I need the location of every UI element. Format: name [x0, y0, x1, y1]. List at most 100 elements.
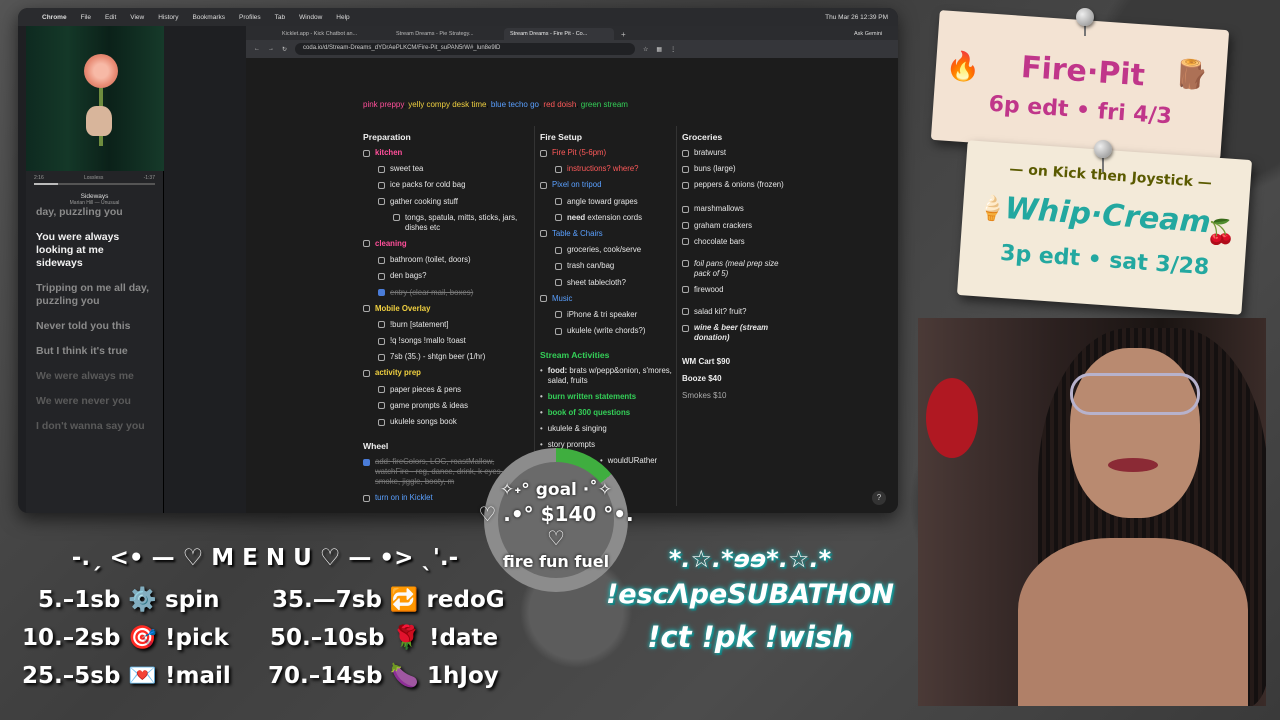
task-label: Table & Chairs — [552, 228, 603, 238]
webcam-feed — [918, 318, 1266, 706]
extensions-icon[interactable]: ▦ — [656, 46, 662, 53]
checkbox[interactable] — [682, 165, 689, 173]
task-label: ukulele songs book — [390, 417, 457, 426]
checkbox[interactable] — [378, 353, 385, 361]
bookmark-star-icon[interactable]: ☆ — [643, 46, 648, 53]
checkbox[interactable] — [682, 149, 689, 157]
menu-bookmarks[interactable]: Bookmarks — [192, 14, 225, 21]
checkbox[interactable] — [682, 286, 689, 294]
album-art — [26, 26, 164, 171]
time-remaining: -1:37 — [143, 175, 155, 181]
whip-cream-platform: — on Kick then Joystick — — [1008, 161, 1213, 192]
menu-edit[interactable]: Edit — [105, 14, 116, 21]
checkbox[interactable] — [555, 279, 562, 286]
checkbox[interactable] — [378, 198, 385, 206]
task-label: turn on in Kicklet — [375, 493, 433, 503]
checkbox[interactable] — [555, 311, 562, 319]
ask-gemini-button[interactable]: Ask Gemini — [848, 28, 898, 40]
browser-window: Chrome File Edit View History Bookmarks … — [18, 8, 898, 513]
checkbox[interactable] — [378, 165, 385, 173]
checkbox[interactable] — [682, 205, 689, 213]
checkbox[interactable] — [378, 386, 385, 394]
lyric-line: day, puzzling you — [36, 206, 123, 218]
checkbox[interactable] — [682, 238, 689, 246]
song-progress[interactable] — [34, 183, 155, 185]
menu-dots-icon[interactable]: ⋮ — [670, 46, 676, 53]
checkbox[interactable] — [682, 324, 689, 332]
rose-image — [84, 54, 118, 88]
heart-decoration — [926, 378, 978, 458]
checkbox[interactable] — [682, 181, 689, 189]
grocery-item: firewood — [694, 284, 724, 294]
menu-item: 5.–1sb ⚙️ spin — [38, 587, 220, 613]
tab-pie-strategy[interactable]: Stream Dreams - Pie Strategy... — [390, 28, 500, 40]
checkbox[interactable] — [378, 272, 385, 280]
checkbox[interactable] — [378, 321, 385, 329]
stream-activities-heading: Stream Activities — [540, 350, 610, 361]
music-player: 2:16 Lossless -1:37 Sideways Marian Hill… — [26, 26, 164, 513]
task-label: sheet tablecloth? — [567, 277, 626, 287]
task-label: ice packs for cold bag — [390, 180, 466, 190]
address-bar[interactable]: coda.io/d/Stream-Dreams_dYDrAePLKCM/Fire… — [295, 43, 636, 55]
lyric-line: Tripping on me all day, puzzling you — [36, 282, 149, 307]
grocery-item: salad kit? fruit? — [694, 306, 747, 316]
checkbox[interactable] — [555, 262, 562, 270]
menu-file[interactable]: File — [81, 14, 91, 21]
checkbox[interactable] — [378, 181, 385, 189]
checkbox[interactable] — [378, 418, 385, 426]
tab-kicklet[interactable]: Kicklet.app - Kick Chatbot an... — [276, 28, 386, 40]
checkbox[interactable] — [363, 305, 370, 313]
task-label: groceries, cook/serve — [567, 245, 642, 255]
checkbox[interactable] — [555, 165, 562, 173]
back-icon[interactable]: ← — [254, 46, 260, 52]
lyric-line: We were never you — [36, 395, 131, 407]
checkbox[interactable] — [540, 230, 547, 238]
forward-icon[interactable]: → — [268, 46, 274, 52]
checkbox[interactable] — [363, 494, 370, 502]
checkbox[interactable] — [555, 198, 562, 206]
menu-help[interactable]: Help — [336, 14, 349, 21]
lyrics-panel: day, puzzling you You were always lookin… — [26, 206, 163, 451]
menu-chrome[interactable]: Chrome — [42, 14, 67, 21]
task-label: trash can/bag — [567, 261, 615, 271]
checkbox[interactable] — [682, 308, 689, 316]
kitchen-label: kitchen — [375, 148, 403, 157]
menu-title: -.ˏ <• — ♡ M E N U ♡ — •> ˎ'.- — [71, 545, 459, 571]
whip-cream-card: — on Kick then Joystick — 🍦 Whip·Cream 🍒… — [956, 140, 1253, 315]
menu-tab[interactable]: Tab — [275, 14, 285, 21]
checkbox[interactable] — [363, 369, 370, 377]
menu-view[interactable]: View — [130, 14, 144, 21]
menu-profiles[interactable]: Profiles — [239, 14, 261, 21]
activity-prep-label: activity prep — [375, 368, 421, 378]
list-item: ukulele & singing — [540, 424, 672, 434]
checkbox[interactable] — [378, 402, 385, 410]
glasses — [1070, 373, 1200, 415]
pushpin-icon — [1076, 8, 1094, 26]
menu-history[interactable]: History — [158, 14, 178, 21]
checkbox-checked[interactable] — [378, 289, 385, 296]
checkbox[interactable] — [555, 214, 562, 222]
checkbox[interactable] — [555, 246, 562, 254]
checkbox[interactable] — [682, 260, 689, 268]
new-tab-button[interactable]: + — [618, 28, 632, 40]
checkbox[interactable] — [555, 327, 562, 335]
checkbox[interactable] — [378, 256, 385, 264]
checkbox[interactable] — [682, 222, 689, 230]
checkbox[interactable] — [378, 337, 385, 345]
task-label: tongs, spatula, mitts, sticks, jars, dis… — [405, 212, 518, 232]
checkbox[interactable] — [393, 214, 400, 222]
help-button[interactable]: ? — [872, 491, 886, 505]
reload-icon[interactable]: ↻ — [282, 46, 287, 53]
cherry-icon: 🍒 — [1205, 217, 1237, 248]
menu-window[interactable]: Window — [299, 14, 322, 21]
checkbox[interactable] — [540, 181, 547, 189]
grocery-item: peppers & onions (frozen) — [694, 180, 784, 190]
checkbox[interactable] — [540, 149, 547, 157]
checkbox-checked[interactable] — [363, 458, 370, 466]
checkbox[interactable] — [540, 295, 547, 303]
theme-green: green stream — [580, 100, 628, 109]
tab-fire-pit[interactable]: Stream Dreams - Fire Pit - Co... — [504, 28, 614, 40]
tab-strip: Kicklet.app - Kick Chatbot an... Stream … — [246, 26, 898, 40]
checkbox[interactable] — [363, 149, 370, 157]
checkbox[interactable] — [363, 240, 370, 248]
